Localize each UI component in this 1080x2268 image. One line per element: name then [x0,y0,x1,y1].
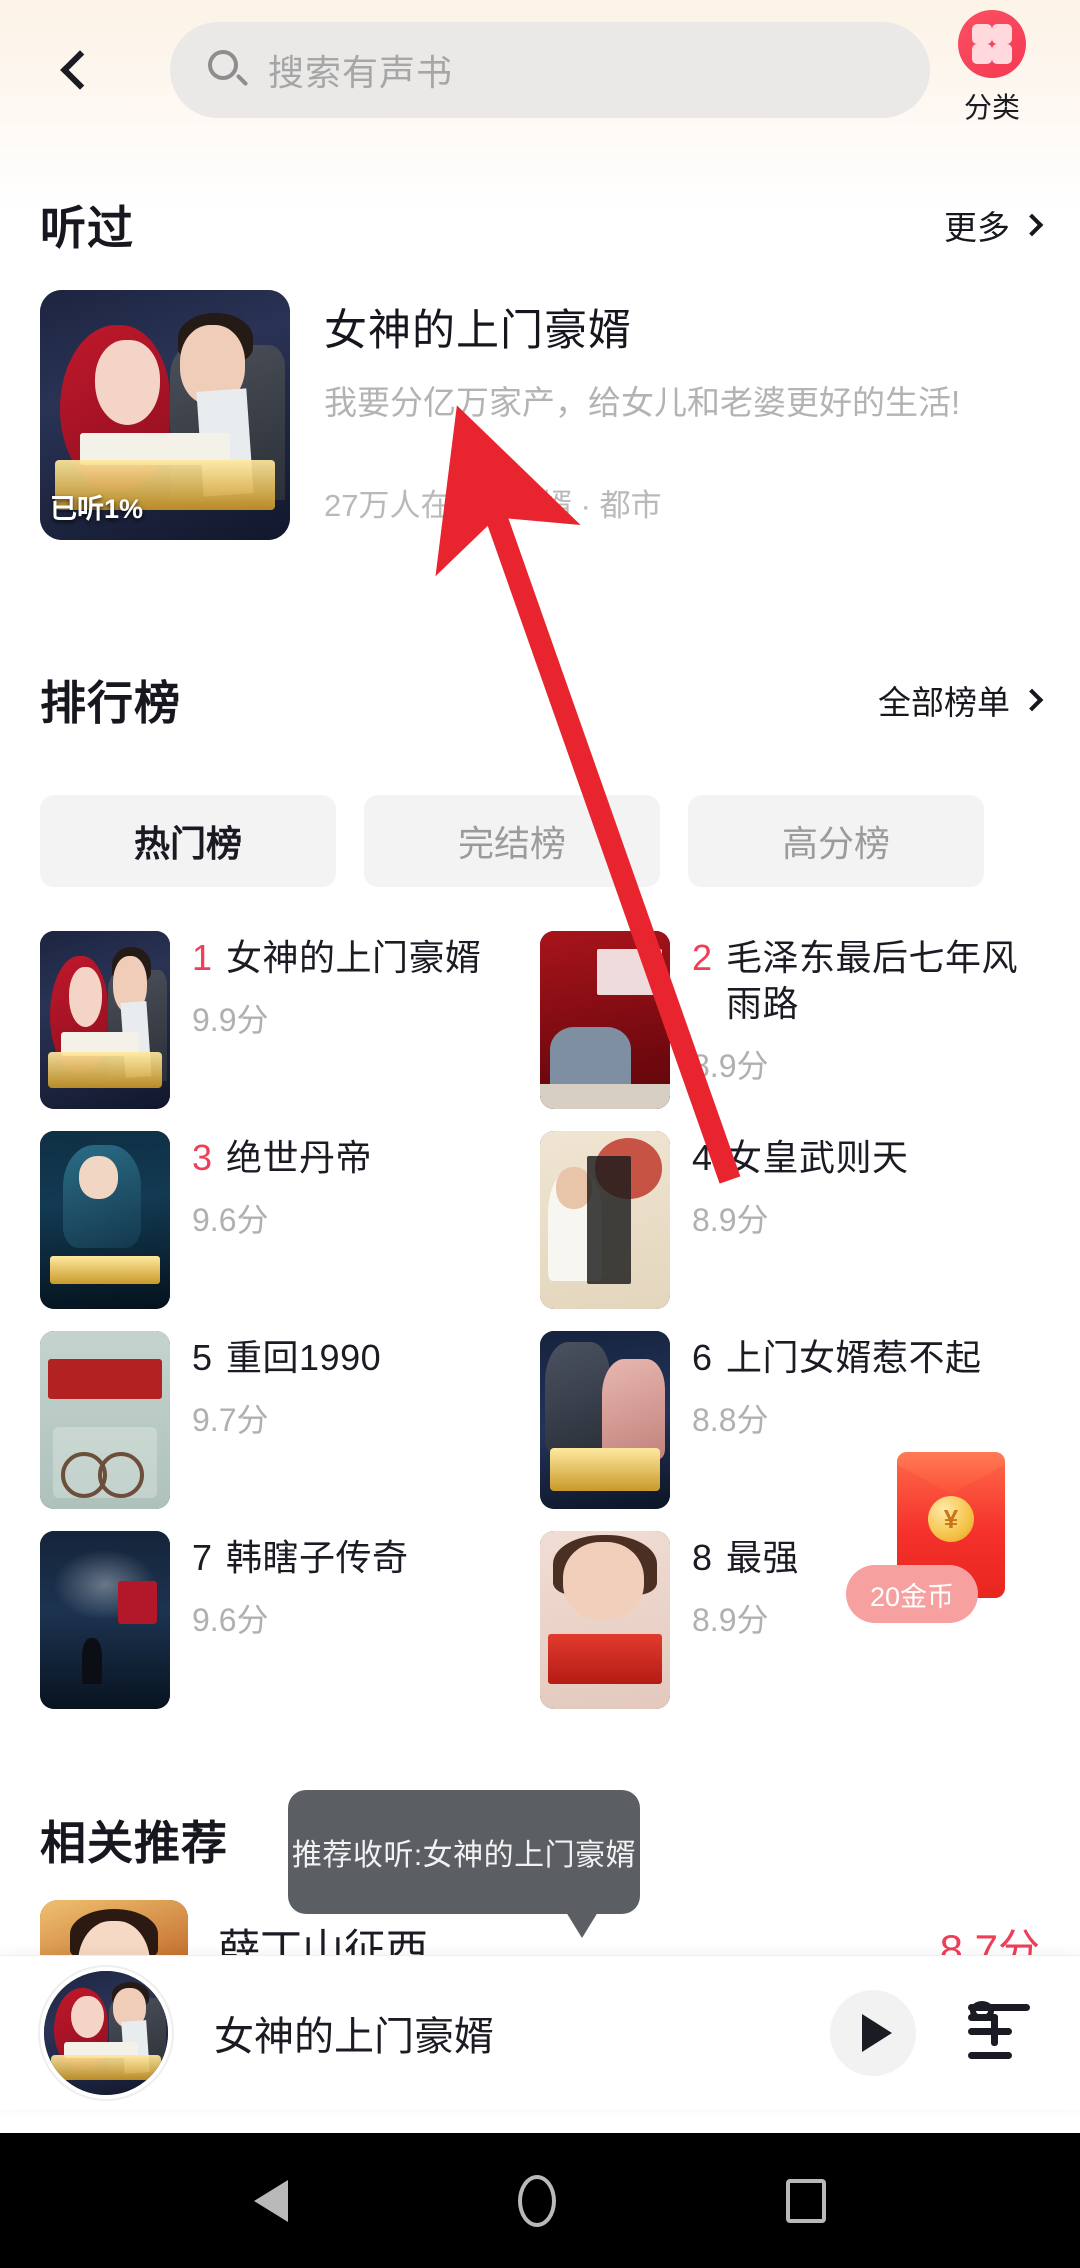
coin-reward-badge[interactable]: 20金币 [846,1565,978,1623]
mini-player-bar: 女神的上门豪婿 [0,1955,1080,2110]
top-header: 搜索有声书 分类 [0,0,1080,140]
rank-cover-image[interactable] [540,1131,670,1309]
rank-number: 2 [692,937,713,978]
rank-row[interactable]: 2 毛泽东最后七年风雨路 8.9分 [540,925,1040,1125]
history-item-title: 女神的上门豪婿 [324,307,632,355]
recommendation-tooltip: 推荐收听:女神的上门豪婿 [288,1790,640,1938]
rank-title: 女皇武则天 [726,1137,909,1178]
rank-cover-image[interactable] [40,1531,170,1709]
all-rankings-label: 全部榜单 [878,684,1010,721]
rank-section-title: 排行榜 [40,677,181,729]
rank-row[interactable]: 3 绝世丹帝 9.6分 [40,1125,540,1325]
tab-high-score[interactable]: 高分榜 [688,795,984,887]
category-button[interactable]: 分类 [932,4,1052,126]
rank-number: 5 [192,1337,213,1378]
tab-high-score-label: 高分榜 [781,823,890,864]
search-input[interactable]: 搜索有声书 [170,22,930,118]
grid-icon [958,10,1026,78]
history-info: 女神的上门豪婿 我要分亿万家产，给女儿和老婆更好的生活! 27万人在听 · 赘婿… [324,290,1040,580]
chevron-left-icon [60,50,100,90]
nav-back-icon[interactable] [254,2179,288,2222]
rank-title: 毛泽东最后七年风雨路 [726,937,1019,1025]
rank-number: 4 [692,1137,713,1178]
history-item-description: 我要分亿万家产，给女儿和老婆更好的生活! [324,384,961,421]
tab-finished[interactable]: 完结榜 [364,795,660,887]
coin-symbol: ¥ [928,1496,974,1542]
rank-row[interactable]: 5 重回1990 9.7分 [40,1325,540,1525]
player-album-art[interactable] [40,1967,172,2099]
history-more-link[interactable]: 更多 [944,201,1044,249]
search-icon [206,48,250,92]
rank-number: 1 [192,937,213,978]
rank-number: 6 [692,1337,713,1378]
history-item-meta: 27万人在听 · 赘婿 · 都市 [324,487,662,523]
related-section-title: 相关推荐 [40,1817,228,1869]
rank-title: 女神的上门豪婿 [226,937,482,978]
rank-number: 3 [192,1137,213,1178]
search-placeholder: 搜索有声书 [268,52,454,93]
rank-title: 上门女婿惹不起 [726,1337,982,1378]
rank-score: 9.7分 [192,1402,269,1439]
playlist-music-icon[interactable] [968,2001,1040,2064]
history-section-title: 听过 [40,202,134,254]
rank-tabs: 热门榜 完结榜 高分榜 [0,795,1080,887]
rank-score: 8.8分 [692,1402,769,1439]
rank-cover-image[interactable] [540,931,670,1109]
rank-title: 最强 [726,1537,800,1578]
tooltip-tail [566,1912,598,1938]
rank-row[interactable]: 4 女皇武则天 8.9分 [540,1125,1040,1325]
rank-score: 8.9分 [692,1048,769,1085]
tooltip-text: 推荐收听:女神的上门豪婿 [291,1839,637,1872]
play-icon [862,2014,892,2052]
play-button[interactable] [830,1990,916,2076]
rank-row[interactable]: 7 韩瞎子传奇 9.6分 [40,1525,540,1725]
rank-number: 8 [692,1537,713,1578]
rank-row[interactable]: 1 女神的上门豪婿 9.9分 [40,925,540,1125]
chevron-right-icon [1020,213,1044,237]
tab-finished-label: 完结榜 [457,823,566,864]
rank-title: 韩瞎子传奇 [226,1537,409,1578]
back-button[interactable] [34,28,118,112]
rank-section-header: 排行榜 全部榜单 [0,660,1080,740]
history-more-label: 更多 [944,209,1010,246]
rank-title: 重回1990 [226,1337,382,1378]
chevron-right-icon [1020,688,1044,712]
rank-score: 8.9分 [692,1202,769,1239]
history-progress-badge: 已听1% [50,494,144,524]
history-cover-image[interactable]: 已听1% [40,290,290,540]
tab-hot[interactable]: 热门榜 [40,795,336,887]
nav-home-icon[interactable] [518,2174,556,2227]
rank-cover-image[interactable] [40,1331,170,1509]
rank-score: 9.6分 [192,1202,269,1239]
rank-number: 7 [192,1537,213,1578]
app-screen: 搜索有声书 分类 听过 更多 已听1% 女神的上门豪婿 我要分亿万家产，给女儿和… [0,0,1080,2268]
rank-cover-image[interactable] [540,1531,670,1709]
android-navigation-bar [0,2133,1080,2268]
category-label: 分类 [963,92,1020,123]
rank-score: 9.6分 [192,1602,269,1639]
all-rankings-link[interactable]: 全部榜单 [878,676,1044,724]
rank-title: 绝世丹帝 [226,1137,373,1178]
rank-score: 9.9分 [192,1002,269,1039]
rank-cover-image[interactable] [40,931,170,1109]
player-track-title: 女神的上门豪婿 [214,2015,494,2059]
rank-cover-image[interactable] [540,1331,670,1509]
history-card[interactable]: 已听1% 女神的上门豪婿 我要分亿万家产，给女儿和老婆更好的生活! 27万人在听… [0,290,1080,580]
history-section-header: 听过 更多 [0,185,1080,265]
nav-recents-icon[interactable] [786,2178,826,2223]
rank-cover-image[interactable] [40,1131,170,1309]
tab-hot-label: 热门榜 [133,823,242,864]
